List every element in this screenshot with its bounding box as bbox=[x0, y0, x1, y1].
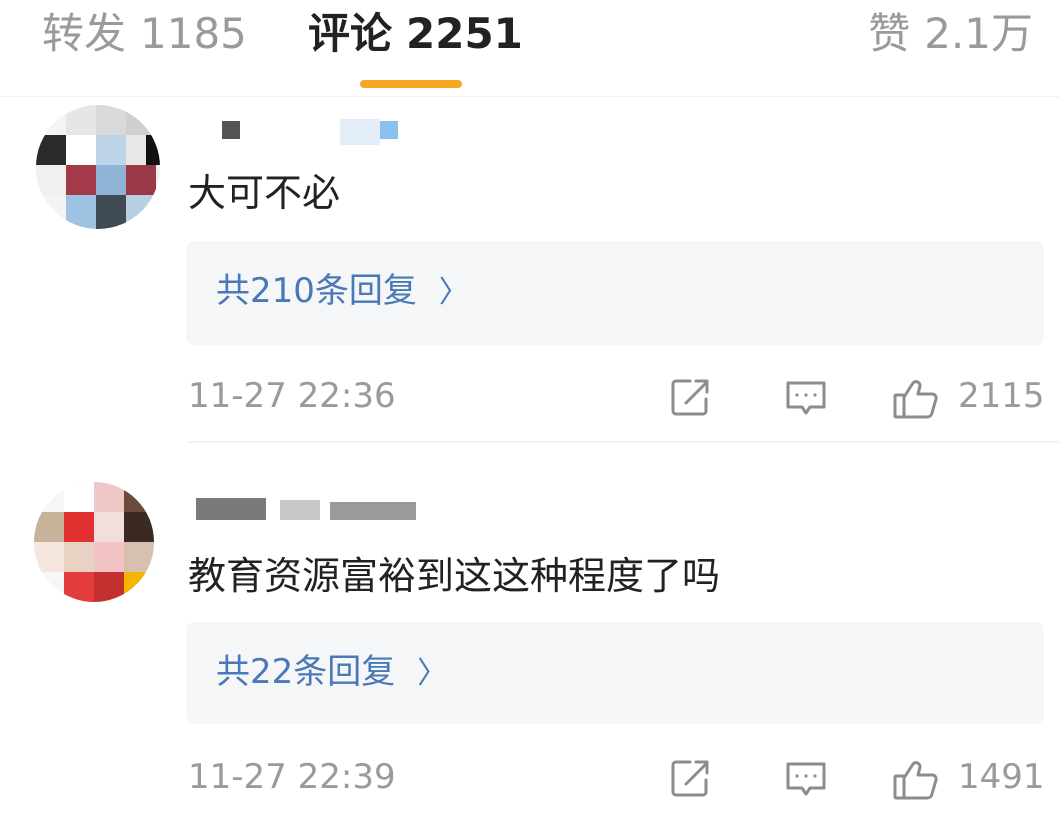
tab-repost-label: 转发 bbox=[42, 9, 127, 58]
tab-likes[interactable]: 赞 2.1万 bbox=[868, 8, 1033, 60]
comment-timestamp: 11-27 22:36 bbox=[188, 376, 396, 416]
like-icon[interactable] bbox=[892, 756, 940, 806]
username-blur-blocks bbox=[196, 498, 416, 520]
like-icon[interactable] bbox=[892, 375, 940, 425]
comment-timestamp: 11-27 22:39 bbox=[188, 757, 396, 797]
comment-item: 教育资源富裕到这这种程度了吗 共22条回复〉 11-27 22:39 1491 bbox=[0, 444, 1059, 824]
comment-footer: 11-27 22:36 2115 bbox=[188, 371, 1059, 421]
reply-icon[interactable] bbox=[784, 756, 828, 804]
tab-comments[interactable]: 评论 2251 bbox=[308, 8, 523, 60]
username-redacted[interactable] bbox=[190, 113, 430, 153]
view-replies-link[interactable]: 共210条回复〉 bbox=[216, 269, 469, 315]
comment-footer: 11-27 22:39 1491 bbox=[188, 752, 1059, 802]
tab-repost-count: 1185 bbox=[140, 9, 247, 58]
replies-count-label: 共210条回复 bbox=[216, 271, 417, 311]
chevron-right-icon: 〉 bbox=[417, 656, 448, 691]
username-redacted[interactable] bbox=[190, 494, 430, 534]
username-blur-blocks bbox=[222, 119, 398, 145]
view-replies-link[interactable]: 共22条回复〉 bbox=[216, 650, 447, 696]
tab-likes-label: 赞 bbox=[868, 9, 911, 58]
comment-item: 大可不必 共210条回复〉 11-27 22:36 2115 bbox=[0, 97, 1059, 443]
avatar-pixelated-image bbox=[34, 482, 154, 602]
avatar[interactable] bbox=[36, 105, 160, 229]
replies-box[interactable]: 共210条回复〉 bbox=[186, 241, 1044, 345]
replies-count-label: 共22条回复 bbox=[216, 652, 396, 692]
comment-tab-bar: 转发 1185 评论 2251 赞 2.1万 bbox=[0, 0, 1059, 97]
avatar[interactable] bbox=[34, 482, 154, 602]
reply-icon[interactable] bbox=[784, 375, 828, 423]
comment-divider bbox=[188, 441, 1059, 443]
replies-box[interactable]: 共22条回复〉 bbox=[186, 622, 1044, 724]
tab-comments-label: 评论 bbox=[308, 9, 393, 58]
share-icon[interactable] bbox=[668, 375, 712, 423]
like-count: 1491 bbox=[958, 757, 1045, 797]
comment-text: 教育资源富裕到这这种程度了吗 bbox=[188, 554, 721, 598]
tab-likes-count: 2.1万 bbox=[924, 9, 1033, 58]
tab-comments-count: 2251 bbox=[406, 9, 523, 58]
chevron-right-icon: 〉 bbox=[438, 275, 469, 310]
avatar-pixelated-image bbox=[36, 105, 160, 229]
share-icon[interactable] bbox=[668, 756, 712, 804]
like-count: 2115 bbox=[958, 376, 1045, 416]
tab-repost[interactable]: 转发 1185 bbox=[42, 8, 247, 60]
comment-text: 大可不必 bbox=[188, 171, 341, 215]
active-tab-indicator bbox=[360, 80, 462, 88]
